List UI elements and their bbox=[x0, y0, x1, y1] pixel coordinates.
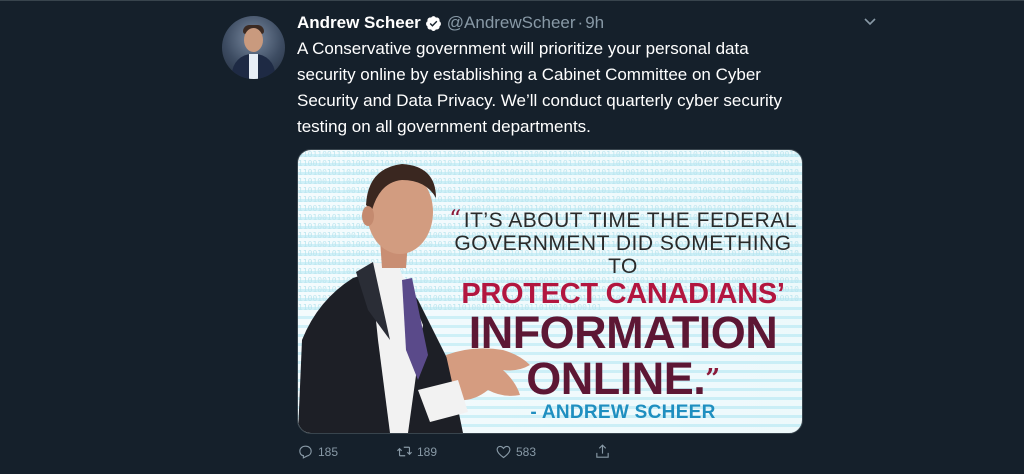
heart-icon bbox=[496, 445, 511, 459]
share-button[interactable] bbox=[594, 443, 615, 460]
like-count: 583 bbox=[516, 444, 537, 459]
display-name[interactable]: Andrew Scheer bbox=[297, 13, 421, 33]
avatar-head bbox=[244, 28, 263, 52]
tweet-actions: 185 189 583 bbox=[297, 443, 697, 463]
top-divider bbox=[0, 0, 1024, 1]
quote-close-mark: ” bbox=[705, 364, 720, 394]
avatar[interactable] bbox=[222, 16, 285, 79]
chevron-down-icon[interactable] bbox=[862, 13, 878, 29]
verified-badge-icon bbox=[425, 15, 442, 32]
handle[interactable]: @AndrewScheer bbox=[447, 13, 576, 33]
quote-line-5: ONLINE.” bbox=[526, 353, 720, 404]
tweet-media-image[interactable]: 0101100111010100101101001101011010010110… bbox=[297, 149, 803, 434]
quote-line-1: “IT’S ABOUT TIME THE FEDERAL bbox=[448, 205, 798, 233]
tweet-header: Andrew Scheer @AndrewScheer · 9h bbox=[297, 10, 812, 36]
like-button[interactable]: 583 bbox=[495, 443, 536, 460]
tweet-content: Andrew Scheer @AndrewScheer · 9h A Conse… bbox=[297, 10, 876, 434]
timestamp[interactable]: 9h bbox=[585, 13, 604, 33]
quote-line-3: PROTECT CANADIANS’ bbox=[461, 278, 785, 310]
quote-open-mark: “ bbox=[448, 205, 462, 233]
quote-block: “IT’S ABOUT TIME THE FEDERAL GOVERNMENT … bbox=[448, 205, 798, 424]
separator-dot: · bbox=[577, 13, 584, 32]
quote-attribution: - ANDREW SCHEER bbox=[530, 402, 716, 423]
retweet-count: 189 bbox=[417, 444, 438, 459]
retweet-button[interactable]: 189 bbox=[396, 443, 437, 460]
share-icon bbox=[596, 444, 609, 458]
tweet-text: A Conservative government will prioritiz… bbox=[297, 39, 783, 136]
avatar-shirt bbox=[249, 54, 258, 79]
quote-line-2: GOVERNMENT DID SOMETHING TO bbox=[454, 232, 792, 278]
reply-icon bbox=[299, 445, 312, 459]
retweet-icon bbox=[397, 446, 412, 457]
reply-button[interactable]: 185 bbox=[297, 443, 338, 460]
reply-count: 185 bbox=[318, 444, 339, 459]
quote-line-4: INFORMATION bbox=[468, 307, 778, 358]
